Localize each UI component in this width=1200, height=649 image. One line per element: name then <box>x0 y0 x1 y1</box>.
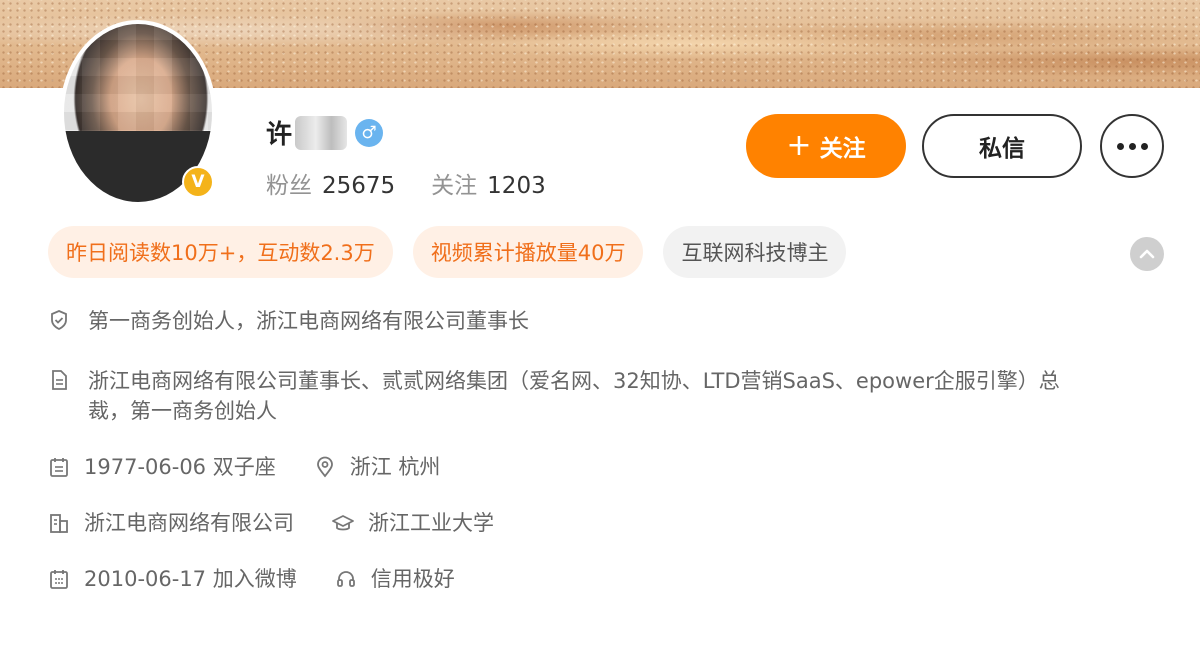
calendar-icon <box>50 458 68 477</box>
calendar-grid-icon <box>50 570 68 589</box>
following-label[interactable]: 关注 <box>431 166 477 200</box>
bio-text: 浙江电商网络有限公司董事长、贰贰网络集团（爱名网、32知协、LTD营销SaaS、… <box>88 366 1060 426</box>
chevron-up-icon <box>1139 249 1155 259</box>
followers-label[interactable]: 粉丝 <box>266 166 312 200</box>
name-redaction <box>295 115 348 150</box>
location-text: 浙江 杭州 <box>349 455 441 479</box>
credit-text: 信用极好 <box>370 567 455 591</box>
verified-title: 第一商务创始人，浙江电商网络有限公司董事长 <box>88 309 529 333</box>
credit-headset-icon <box>336 571 355 587</box>
document-icon <box>52 370 67 390</box>
profile-tags: 昨日阅读数10万+，互动数2.3万 视频累计播放量40万 互联网科技博主 <box>48 226 847 278</box>
name-row: 许 ♂ <box>266 114 384 151</box>
tag-video-plays[interactable]: 视频累计播放量40万 <box>412 226 644 278</box>
tag-category[interactable]: 互联网科技博主 <box>663 226 847 278</box>
joined-text: 2010-06-17 加入微博 <box>84 567 297 591</box>
joined-item: 2010-06-17 加入微博 <box>48 564 297 594</box>
credit-item: 信用极好 <box>335 564 455 594</box>
birthday-item: 1977-06-06 双子座 <box>48 452 276 482</box>
info-joined-credit-row: 2010-06-17 加入微博 信用极好 <box>48 564 455 594</box>
profile-name: 许 <box>266 120 294 150</box>
shield-check-icon <box>51 310 67 331</box>
message-button[interactable]: 私信 <box>922 114 1082 178</box>
plus-icon: + <box>786 128 812 163</box>
graduation-cap-icon <box>332 515 354 531</box>
info-birthday-location-row: 1977-06-06 双子座 浙江 杭州 <box>48 452 440 482</box>
company-text[interactable]: 浙江电商网络有限公司 <box>84 508 294 538</box>
message-button-label: 私信 <box>979 136 1025 162</box>
birthday-text: 1977-06-06 双子座 <box>84 455 276 479</box>
info-bio-row: 浙江电商网络有限公司董事长、贰贰网络集团（爱名网、32知协、LTD营销SaaS、… <box>48 366 1060 426</box>
info-verified-row: 第一商务创始人，浙江电商网络有限公司董事长 <box>48 306 529 336</box>
tag-read-count[interactable]: 昨日阅读数10万+，互动数2.3万 <box>48 226 393 278</box>
followers-count[interactable]: 25675 <box>322 173 395 199</box>
male-gender-icon: ♂ <box>355 118 384 147</box>
collapse-button[interactable] <box>1130 237 1164 271</box>
bio-line-2: 裁，第一商务创始人 <box>88 399 277 423</box>
avatar-container[interactable]: V <box>60 20 216 206</box>
bio-line-1: 浙江电商网络有限公司董事长、贰贰网络集团（爱名网、32知协、LTD营销SaaS、… <box>88 369 1060 393</box>
building-icon <box>50 514 68 533</box>
company-item: 浙江电商网络有限公司 <box>48 508 294 538</box>
follow-button[interactable]: + 关注 <box>746 114 906 178</box>
location-pin-icon <box>316 456 333 478</box>
more-dots-icon <box>1116 142 1148 150</box>
school-text[interactable]: 浙江工业大学 <box>368 508 494 538</box>
profile-stats: 粉丝 25675 关注 1203 <box>266 166 582 200</box>
school-item: 浙江工业大学 <box>332 508 494 538</box>
info-company-school-row: 浙江电商网络有限公司 浙江工业大学 <box>48 508 494 538</box>
location-item: 浙江 杭州 <box>314 452 441 482</box>
more-options-button[interactable] <box>1100 114 1164 178</box>
following-count[interactable]: 1203 <box>487 173 546 199</box>
verified-badge-icon: V <box>182 166 214 198</box>
follow-button-label: 关注 <box>819 136 866 162</box>
